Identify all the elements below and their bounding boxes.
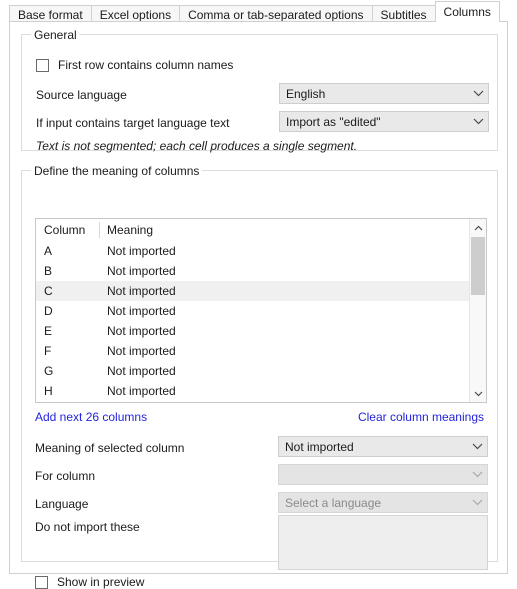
language-label: Language [35, 497, 89, 511]
row-meaning: Not imported [107, 304, 176, 318]
meaning-of-selected-column-value: Not imported [285, 439, 354, 454]
segmentation-note: Text is not segmented; each cell produce… [36, 139, 358, 153]
tab-label: Columns [443, 5, 491, 19]
columns-tab-page: General First row contains column names … [9, 21, 508, 589]
for-column-combo[interactable] [278, 464, 488, 485]
table-row[interactable]: G Not imported [36, 361, 469, 381]
table-vertical-scrollbar[interactable] [469, 219, 486, 402]
chevron-down-icon [468, 90, 488, 97]
row-column: D [44, 304, 53, 318]
row-meaning: Not imported [107, 384, 176, 398]
table-body: Column Meaning A Not imported B Not impo… [36, 219, 469, 402]
row-column: I [36, 401, 99, 402]
define-columns-group-title: Define the meaning of columns [31, 164, 203, 178]
column-meanings-table[interactable]: Column Meaning A Not imported B Not impo… [35, 218, 487, 403]
table-row[interactable]: F Not imported [36, 341, 469, 361]
show-in-preview-row[interactable]: Show in preview [35, 575, 144, 589]
do-not-import-these-label: Do not import these [35, 520, 140, 534]
row-meaning: Not imported [107, 324, 176, 338]
language-combo[interactable]: Select a language [278, 492, 488, 513]
tab-strip: Base format Excel options Comma or tab-s… [0, 0, 517, 24]
tab-label: Base format [18, 8, 83, 22]
table-row[interactable]: C Not imported [36, 281, 469, 301]
table-row[interactable]: I Not imported [36, 401, 469, 402]
meaning-of-selected-column-label: Meaning of selected column [35, 441, 185, 455]
first-row-checkbox[interactable] [36, 58, 49, 72]
row-column: B [44, 264, 53, 278]
scroll-down-icon[interactable] [470, 385, 486, 402]
row-column: A [44, 244, 53, 258]
row-column: E [44, 324, 53, 338]
tab-columns[interactable]: Columns [434, 1, 500, 22]
row-meaning: Not imported [107, 364, 176, 378]
show-in-preview-checkbox[interactable] [35, 575, 48, 589]
table-row[interactable]: D Not imported [36, 301, 469, 321]
row-column: G [44, 364, 54, 378]
source-language-value: English [286, 86, 326, 101]
row-column: C [44, 284, 53, 298]
for-column-label: For column [35, 469, 96, 483]
language-value: Select a language [285, 495, 382, 510]
chevron-down-icon [467, 443, 487, 450]
table-row[interactable]: A Not imported [36, 241, 469, 261]
scroll-up-icon[interactable] [470, 219, 486, 236]
show-in-preview-label: Show in preview [57, 575, 145, 589]
row-column: F [44, 344, 52, 358]
chevron-down-icon [467, 471, 487, 478]
chevron-down-icon [467, 499, 487, 506]
target-language-text-value: Import as "edited" [286, 114, 381, 129]
chevron-down-icon [468, 118, 488, 125]
general-group-title: General [31, 28, 80, 42]
define-columns-group: Define the meaning of columns Column Mea… [21, 164, 498, 589]
row-meaning: Not imported [107, 244, 176, 258]
table-row[interactable]: E Not imported [36, 321, 469, 341]
row-meaning: Not imported [107, 284, 176, 298]
source-language-label: Source language [36, 88, 127, 102]
table-header-column: Column [44, 223, 86, 237]
tab-label: Excel options [99, 8, 172, 22]
tab-label: Comma or tab-separated options [188, 8, 364, 22]
table-header-meaning: Meaning [107, 223, 154, 237]
target-language-text-label: If input contains target language text [36, 116, 230, 130]
table-header-row: Column Meaning [36, 219, 469, 241]
tab-label: Subtitles [380, 8, 427, 22]
do-not-import-these-textarea[interactable] [278, 515, 488, 570]
first-row-contains-column-names-row[interactable]: First row contains column names [36, 58, 233, 72]
table-row[interactable]: H Not imported [36, 381, 469, 401]
table-row[interactable]: B Not imported [36, 261, 469, 281]
source-language-combo[interactable]: English [279, 83, 489, 104]
scrollbar-thumb[interactable] [471, 237, 485, 295]
add-next-columns-link[interactable]: Add next 26 columns [35, 410, 147, 424]
clear-column-meanings-link[interactable]: Clear column meanings [358, 410, 484, 424]
header-separator [99, 222, 100, 238]
meaning-of-selected-column-combo[interactable]: Not imported [278, 436, 488, 457]
general-group: General First row contains column names … [21, 28, 498, 153]
target-language-text-combo[interactable]: Import as "edited" [279, 111, 489, 132]
row-column: H [44, 384, 53, 398]
row-meaning: Not imported [107, 264, 176, 278]
row-meaning: Not imported [107, 344, 176, 358]
row-meaning: Not imported [99, 401, 469, 402]
first-row-checkbox-label: First row contains column names [58, 58, 234, 72]
